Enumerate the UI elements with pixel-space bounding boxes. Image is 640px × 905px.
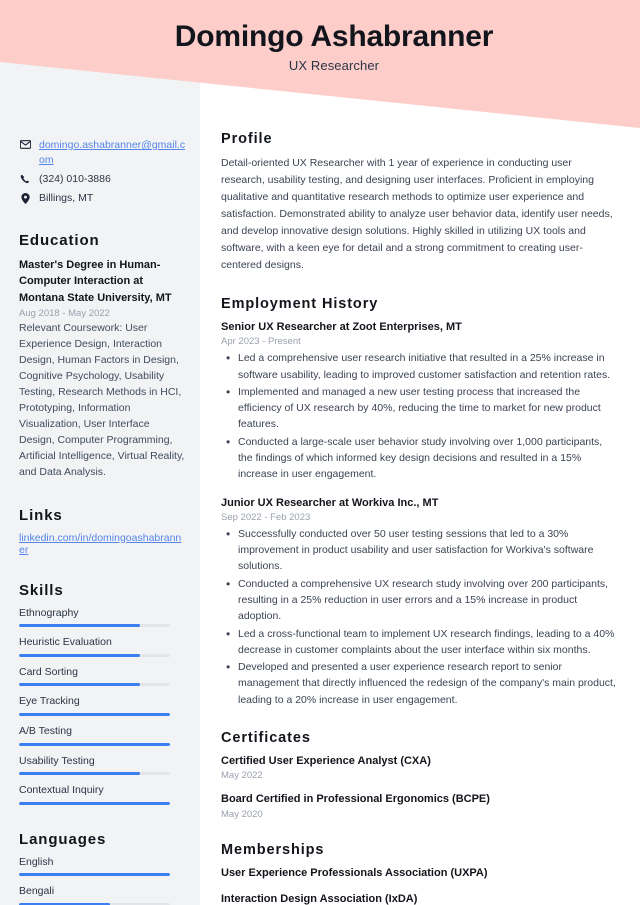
skill-level-fill [19,772,140,776]
skill-item: Eye Tracking [19,695,186,717]
certificates-heading: Certificates [221,729,311,746]
employment-section: Employment History Senior UX Researcher … [221,296,618,708]
main-content: Profile Detail-oriented UX Researcher wi… [200,0,640,905]
skill-item: Heuristic Evaluation [19,636,186,657]
language-label: English [19,855,54,868]
education-date: Aug 2018 - May 2022 [19,308,110,320]
memberships-heading: Memberships [221,841,325,858]
employment-item-date: Apr 2023 - Present [221,336,301,348]
employment-list: Senior UX Researcher at Zoot Enterprises… [221,320,618,708]
skill-level-fill [19,801,170,805]
education-degree: Master's Degree in Human-Computer Intera… [19,258,172,304]
certificate-title: Board Certified in Professional Ergonomi… [221,793,490,806]
employment-bullet: Developed and presented a user experienc… [221,658,618,708]
skill-item: Ethnography [19,607,186,628]
languages-heading: Languages [19,830,107,848]
skill-level-track [19,713,170,717]
contact-list: domingo.ashabranner@gmail.com (324) 010-… [19,138,186,206]
skill-level-track [19,683,170,687]
certificate-date: May 2022 [221,770,263,782]
languages-section: Languages English Bengali [19,831,186,905]
certificate-date: May 2020 [221,808,263,820]
profile-heading: Profile [221,131,273,147]
languages-list: English Bengali [19,856,186,905]
skill-level-track [19,742,170,746]
email-link[interactable]: domingo.ashabranner@gmail.com [39,138,186,168]
resume-page: Domingo Ashabranner UX Researcher doming… [0,0,640,905]
certificates-list: Certified User Experience Analyst (CXA) M… [221,754,618,820]
membership-item: User Experience Professionals Associatio… [221,866,488,879]
certificates-section: Certificates Certified User Experience A… [221,730,618,820]
skill-label: Heuristic Evaluation [19,636,112,649]
employment-item: Junior UX Researcher at Workiva Inc., MT… [221,496,618,708]
employment-heading: Employment History [221,296,379,312]
education-heading: Education [19,231,100,249]
employment-bullet: Conducted a comprehensive UX research st… [221,575,618,625]
employment-item-bullets: Led a comprehensive user research initia… [221,349,618,483]
employment-bullet: Successfully conducted over 50 user test… [221,525,618,575]
contact-location-row: Billings, MT [19,191,186,206]
sidebar: domingo.ashabranner@gmail.com (324) 010-… [0,0,200,905]
memberships-list: User Experience Professionals Associatio… [221,866,618,905]
skill-item: Contextual Inquiry [19,784,186,805]
certificate-item: Certified User Experience Analyst (CXA) M… [221,754,618,781]
language-level-track [19,873,170,877]
skill-level-fill [19,683,140,687]
skills-list: Ethnography Heuristic Evaluation Card Sort… [19,607,186,805]
education-description: Relevant Coursework: User Experience Des… [19,322,185,478]
skill-item: Card Sorting [19,666,186,687]
contact-email-row: domingo.ashabranner@gmail.com [19,138,186,168]
employment-item-date: Sep 2022 - Feb 2023 [221,511,311,523]
employment-item-bullets: Successfully conducted over 50 user test… [221,525,618,708]
location-text: Billings, MT [39,191,94,204]
skills-section: Skills Ethnography Heuristic Evaluation Ca… [19,582,186,805]
skill-level-fill [19,624,140,628]
skill-level-track [19,772,170,776]
language-label: Bengali [19,885,55,898]
employment-item-title: Junior UX Researcher at Workiva Inc., MT [221,496,439,509]
skill-level-track [19,653,170,657]
skill-label: Eye Tracking [19,695,80,708]
skill-level-fill [19,713,170,717]
links-section: Links linkedin.com/in/domingoashabranner [19,507,186,556]
location-pin-icon [19,191,31,204]
skill-label: A/B Testing [19,725,72,738]
skill-label: Ethnography [19,606,79,619]
profile-section: Profile Detail-oriented UX Researcher wi… [221,131,618,274]
employment-bullet: Implemented and managed a new user testi… [221,383,618,433]
employment-bullet: Led a comprehensive user research initia… [221,349,618,383]
phone-icon [19,172,31,184]
skill-label: Card Sorting [19,665,78,678]
skill-label: Usability Testing [19,754,95,767]
certificate-item: Board Certified in Professional Ergonomi… [221,792,618,819]
language-item: English [19,856,186,877]
language-item: Bengali [19,885,186,905]
membership-item: Interaction Design Association (IxDA) [221,893,418,905]
employment-bullet: Conducted a large-scale user behavior st… [221,433,618,483]
linkedin-link[interactable]: linkedin.com/in/domingoashabranner [19,532,186,556]
links-heading: Links [19,506,63,524]
skill-label: Contextual Inquiry [19,784,104,797]
certificate-title: Certified User Experience Analyst (CXA) [221,754,431,767]
phone-number: (324) 010-3886 [39,172,111,185]
skill-level-track [19,801,170,805]
skill-level-fill [19,653,140,657]
skill-item: Usability Testing [19,755,186,776]
profile-text: Detail-oriented UX Researcher with 1 yea… [221,157,613,271]
contact-phone-row: (324) 010-3886 [19,172,186,187]
employment-item-title: Senior UX Researcher at Zoot Enterprises… [221,321,462,333]
memberships-section: Memberships User Experience Professional… [221,842,618,905]
employment-bullet: Led a cross-functional team to implement… [221,625,618,659]
envelope-icon [19,138,31,149]
skill-item: A/B Testing [19,725,186,746]
skill-level-track [19,624,170,628]
language-level-fill [19,873,170,877]
education-section: Education Master's Degree in Human-Compu… [19,232,186,481]
skill-level-fill [19,742,170,746]
employment-item: Senior UX Researcher at Zoot Enterprises… [221,320,618,483]
skills-heading: Skills [19,581,64,599]
